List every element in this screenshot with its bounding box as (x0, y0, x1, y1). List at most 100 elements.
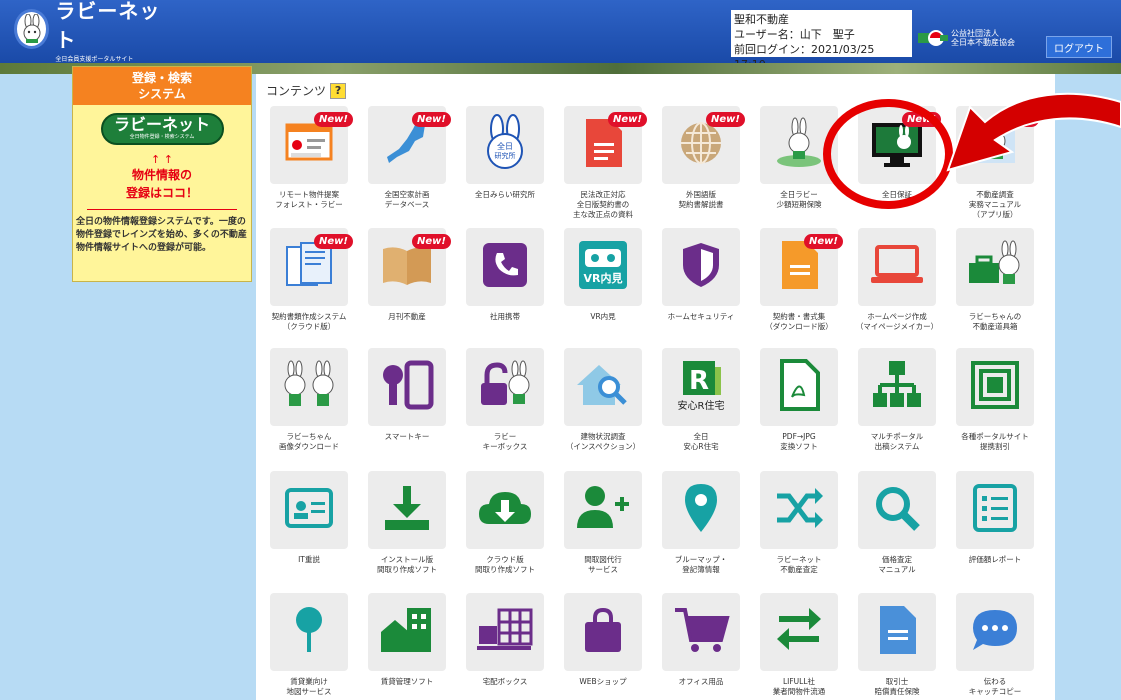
tile-icon-box[interactable] (564, 348, 642, 426)
tile-label[interactable]: 不動産調査 実務マニュアル （アプリ版） (942, 190, 1048, 220)
tile-label[interactable]: 全日みらい研究所 (452, 190, 558, 200)
tile-label[interactable]: 全日ラビー 少額短期保険 (746, 190, 852, 210)
logout-button[interactable]: ログアウト (1046, 36, 1112, 58)
tile-icon-box[interactable] (858, 228, 936, 306)
tile-icon-box[interactable] (270, 471, 348, 549)
content-tile[interactable]: 評価額レポート (942, 471, 1040, 591)
content-tile[interactable]: New! 月刊不動産 (354, 228, 452, 348)
tile-label[interactable]: LIFULL社 業者間物件流通 (746, 677, 852, 697)
tile-label[interactable]: ホームセキュリティ (648, 312, 754, 322)
content-tile[interactable]: New! 全国空家計画 データベース (354, 106, 452, 226)
content-tile[interactable]: PDF→JPG 変換ソフト (746, 348, 844, 468)
content-tile[interactable]: ブルーマップ・ 登記簿情報 (648, 471, 746, 591)
tile-label[interactable]: 宅配ボックス (452, 677, 558, 687)
content-tile[interactable]: New! 契約書・書式集 （ダウンロード版） (746, 228, 844, 348)
content-tile[interactable]: 伝わる キャッチコピー (942, 593, 1040, 700)
tile-icon-box[interactable] (956, 348, 1034, 426)
tile-icon-box[interactable] (564, 471, 642, 549)
tile-label[interactable]: クラウド版 間取り作成ソフト (452, 555, 558, 575)
tile-icon-box[interactable] (956, 471, 1034, 549)
content-tile[interactable]: ラビーちゃん 画像ダウンロード (256, 348, 354, 468)
tile-label[interactable]: 全国空家計画 データベース (354, 190, 460, 210)
tile-icon-box[interactable] (760, 471, 838, 549)
registration-panel[interactable]: 登録・検索 システム ラビーネット 全日物件登録・検索システム ↑ ↑ 物件情報… (72, 66, 252, 282)
tile-label[interactable]: 価格査定 マニュアル (844, 555, 950, 575)
tile-label[interactable]: PDF→JPG 変換ソフト (746, 432, 852, 452)
tile-label[interactable]: オフィス用品 (648, 677, 754, 687)
tile-icon-box[interactable] (466, 471, 544, 549)
tile-label[interactable]: ラビーちゃんの 不動産道具箱 (942, 312, 1048, 332)
content-tile[interactable]: 価格査定 マニュアル (844, 471, 942, 591)
tile-label[interactable]: 民法改正対応 全日版契約書の 主な改正点の資料 (550, 190, 656, 220)
content-tile[interactable]: 賃貸管理ソフト (354, 593, 452, 700)
tile-icon-box[interactable]: 全日 研究所 (466, 106, 544, 184)
content-tile[interactable]: ラビー キーボックス (452, 348, 550, 468)
tile-icon-box[interactable] (662, 228, 740, 306)
tile-label[interactable]: 月刊不動産 (354, 312, 460, 322)
tile-label[interactable]: 契約書類作成システム （クラウド版） (256, 312, 362, 332)
content-tile[interactable]: IT重説 (256, 471, 354, 591)
tile-label[interactable]: 賃貸管理ソフト (354, 677, 460, 687)
tile-label[interactable]: 取引士 賠償責任保険 (844, 677, 950, 697)
content-tile[interactable]: 宅配ボックス (452, 593, 550, 700)
content-tile[interactable]: 社用携帯 (452, 228, 550, 348)
content-tile[interactable]: 取引士 賠償責任保険 (844, 593, 942, 700)
tile-icon-box[interactable] (956, 593, 1034, 671)
tile-icon-box[interactable] (956, 228, 1034, 306)
tile-icon-box[interactable] (858, 593, 936, 671)
tile-icon-box[interactable] (270, 593, 348, 671)
tile-label[interactable]: ブルーマップ・ 登記簿情報 (648, 555, 754, 575)
tile-label[interactable]: WEBショップ (550, 677, 656, 687)
content-tile[interactable]: ラビーネット 不動産査定 (746, 471, 844, 591)
tile-icon-box[interactable] (466, 593, 544, 671)
tile-icon-box[interactable] (368, 471, 446, 549)
content-tile[interactable]: LIFULL社 業者間物件流通 (746, 593, 844, 700)
content-tile[interactable]: 建物状況調査 （インスペクション） (550, 348, 648, 468)
tile-icon-box[interactable] (466, 228, 544, 306)
tile-label[interactable]: VR内見 (550, 312, 656, 322)
tile-icon-box[interactable] (858, 471, 936, 549)
tile-label[interactable]: 外国語版 契約書解説書 (648, 190, 754, 210)
content-tile[interactable]: 間取図代行 サービス (550, 471, 648, 591)
site-logo[interactable]: ラビーネット 全日会員支援ポータルサイト (14, 0, 164, 63)
content-tile[interactable]: 賃貸業向け 地図サービス (256, 593, 354, 700)
tile-icon-box[interactable] (368, 348, 446, 426)
tile-icon-box[interactable] (662, 471, 740, 549)
tile-icon-box[interactable] (662, 593, 740, 671)
tile-label[interactable]: ホームページ作成 （マイページメイカー） (844, 312, 950, 332)
tile-label[interactable]: 評価額レポート (942, 555, 1048, 565)
content-tile[interactable]: オフィス用品 (648, 593, 746, 700)
content-tile[interactable]: 全日 研究所 全日みらい研究所 (452, 106, 550, 226)
content-tile[interactable]: ラビーちゃんの 不動産道具箱 (942, 228, 1040, 348)
tile-label[interactable]: 建物状況調査 （インスペクション） (550, 432, 656, 452)
tile-label[interactable]: ラビーネット 不動産査定 (746, 555, 852, 575)
tile-label[interactable]: スマートキー (354, 432, 460, 442)
tile-label[interactable]: リモート物件提案 フォレスト・ラビー (256, 190, 362, 210)
rabbynet-register-button[interactable]: ラビーネット 全日物件登録・検索システム (100, 113, 224, 145)
tile-label[interactable]: インストール版 間取り作成ソフト (354, 555, 460, 575)
content-tile[interactable]: クラウド版 間取り作成ソフト (452, 471, 550, 591)
tile-icon-box[interactable] (368, 593, 446, 671)
content-tile[interactable]: R 安心R住宅 全日 安心R住宅 (648, 348, 746, 468)
content-tile[interactable]: インストール版 間取り作成ソフト (354, 471, 452, 591)
content-tile[interactable]: スマートキー (354, 348, 452, 468)
content-tile[interactable]: マルチポータル 出稿システム (844, 348, 942, 468)
content-tile[interactable]: ホームセキュリティ (648, 228, 746, 348)
content-tile[interactable]: ホームページ作成 （マイページメイカー） (844, 228, 942, 348)
association-logo[interactable]: 公益社団法人 全日本不動産協会 (918, 26, 1036, 50)
tile-label[interactable]: 間取図代行 サービス (550, 555, 656, 575)
tile-icon-box[interactable] (760, 348, 838, 426)
tile-label[interactable]: 伝わる キャッチコピー (942, 677, 1048, 697)
content-tile[interactable]: New! 外国語版 契約書解説書 (648, 106, 746, 226)
tile-label[interactable]: 各種ポータルサイト 提携割引 (942, 432, 1048, 452)
tile-label[interactable]: ラビーちゃん 画像ダウンロード (256, 432, 362, 452)
tile-label[interactable]: IT重説 (256, 555, 362, 565)
tile-label[interactable]: 社用携帯 (452, 312, 558, 322)
help-icon[interactable]: ? (330, 82, 347, 99)
tile-label[interactable]: 契約書・書式集 （ダウンロード版） (746, 312, 852, 332)
content-tile[interactable]: WEBショップ (550, 593, 648, 700)
tile-label[interactable]: 賃貸業向け 地図サービス (256, 677, 362, 697)
tile-label[interactable]: マルチポータル 出稿システム (844, 432, 950, 452)
tile-icon-box[interactable]: VR内見 (564, 228, 642, 306)
content-tile[interactable]: VR内見 VR内見 (550, 228, 648, 348)
